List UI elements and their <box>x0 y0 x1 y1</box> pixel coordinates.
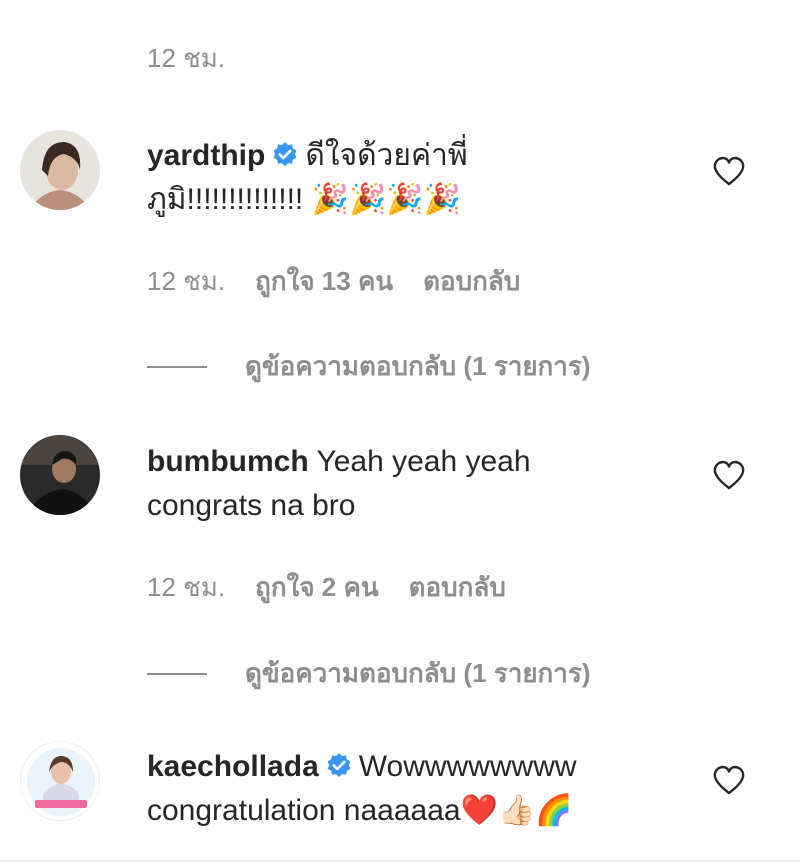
view-replies-button[interactable]: ดูข้อความตอบกลับ (1 รายการ) <box>147 653 591 694</box>
comment-time[interactable]: 12 ชม. <box>147 567 225 608</box>
heart-outline-icon <box>713 765 745 795</box>
likes-count[interactable]: ถูกใจ 13 คน <box>255 261 393 302</box>
comment-meta: 12 ชม. ถูกใจ 2 คน ตอบกลับ <box>147 567 506 608</box>
divider <box>147 365 207 368</box>
likes-count[interactable]: ถูกใจ 2 คน <box>255 567 379 608</box>
divider <box>147 672 207 675</box>
like-button[interactable] <box>712 764 746 796</box>
username[interactable]: yardthip <box>147 139 265 172</box>
verified-badge-icon <box>325 752 353 780</box>
avatar[interactable] <box>20 130 100 210</box>
comment-text-line2: congratulation naaaaaa <box>147 794 461 827</box>
comment-text-line2: congrats na bro <box>147 489 356 522</box>
comment-text-line1: ดีใจด้วยค่าพี่ <box>305 139 468 172</box>
comment-body: bumbumch Yeah yeah yeah congrats na bro <box>147 440 687 528</box>
like-button[interactable] <box>712 155 746 187</box>
comment-time[interactable]: 12 ชม. <box>147 261 225 302</box>
username[interactable]: bumbumch <box>147 445 309 478</box>
comment-time-top: 12 ชม. <box>147 43 226 73</box>
comment-meta: 12 ชม. ถูกใจ 13 คน ตอบกลับ <box>147 261 520 302</box>
heart-outline-icon <box>713 460 745 490</box>
heart-outline-icon <box>713 156 745 186</box>
username[interactable]: kaechollada <box>147 750 319 783</box>
comment-body: yardthip ดีใจด้วยค่าพี่ ภูมิ!!!!!!!!!!!!!… <box>147 134 687 222</box>
view-replies-button[interactable]: ดูข้อความตอบกลับ (1 รายการ) <box>147 346 591 387</box>
avatar[interactable] <box>20 741 100 821</box>
comment-text-line1: Yeah yeah yeah <box>316 445 531 478</box>
verified-badge-icon <box>271 141 299 169</box>
view-replies-label: ดูข้อความตอบกลับ (1 รายการ) <box>245 351 591 381</box>
comment-text-line2: ภูมิ!!!!!!!!!!!!!! <box>147 183 304 216</box>
view-replies-label: ดูข้อความตอบกลับ (1 รายการ) <box>245 658 591 688</box>
divider <box>0 860 800 862</box>
avatar[interactable] <box>20 435 100 515</box>
emoji-sequence: ❤️👍🏻🌈 <box>460 793 573 828</box>
emoji-sequence: 🎉🎉🎉🎉 <box>311 182 462 217</box>
like-button[interactable] <box>712 459 746 491</box>
comment-body: kaechollada Wowwwwwwww congratulation naa… <box>147 745 687 833</box>
comment-text-line1: Wowwwwwwww <box>358 750 577 783</box>
reply-button[interactable]: ตอบกลับ <box>423 261 520 302</box>
reply-button[interactable]: ตอบกลับ <box>409 567 506 608</box>
